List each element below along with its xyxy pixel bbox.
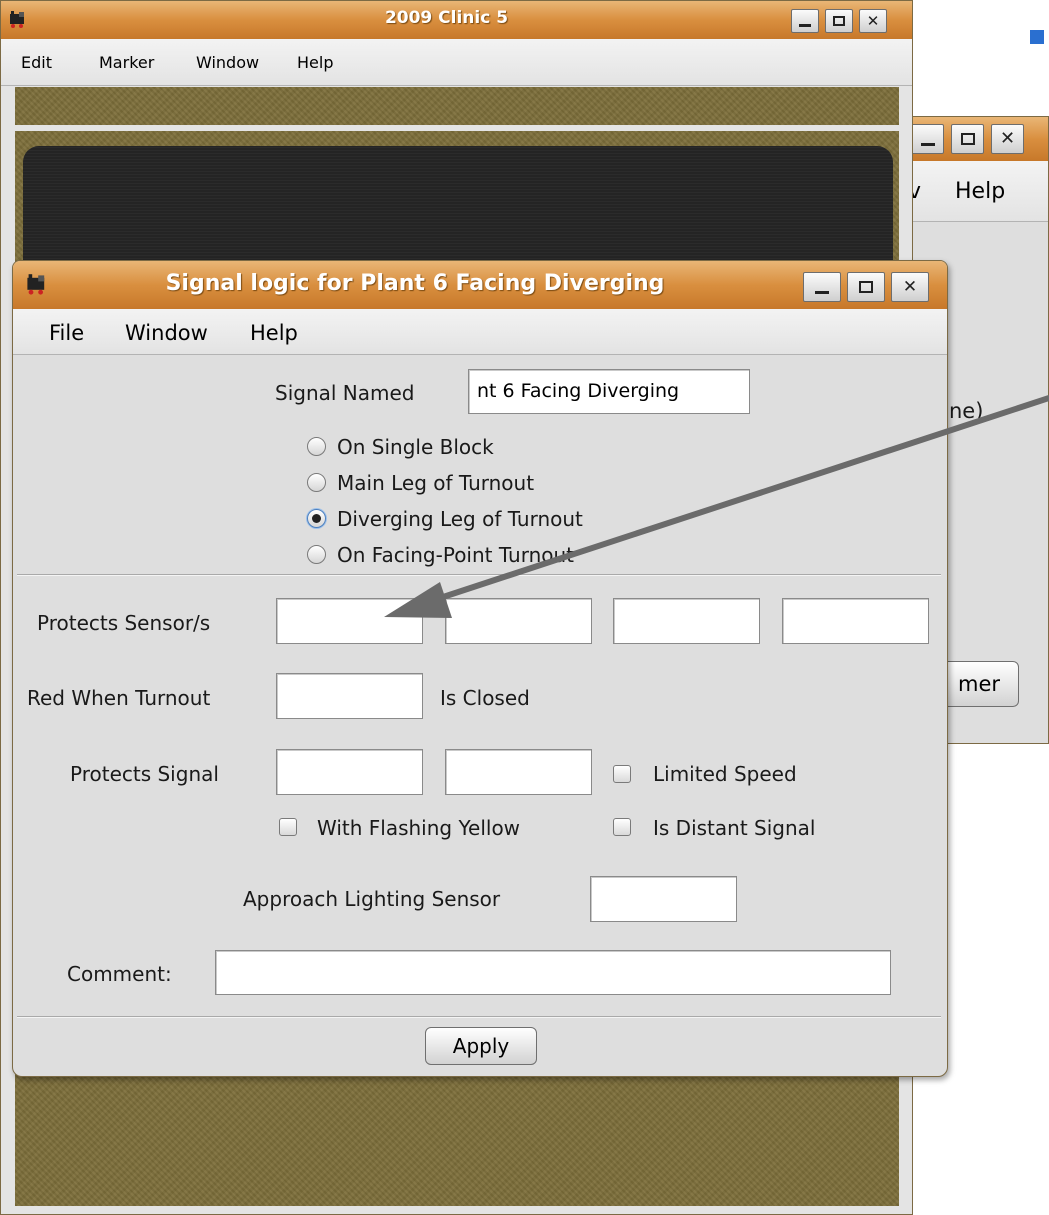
signal-named-label: Signal Named bbox=[275, 381, 415, 405]
protects-sensor-field-3[interactable] bbox=[613, 598, 760, 644]
approach-lighting-field[interactable] bbox=[590, 876, 737, 922]
radio-main-leg[interactable] bbox=[307, 473, 326, 492]
background-menu-help[interactable]: Help bbox=[955, 179, 1005, 204]
minimize-icon bbox=[799, 24, 811, 27]
flashing-yellow-checkbox[interactable] bbox=[279, 818, 297, 836]
clinic-title: 2009 Clinic 5 bbox=[384, 8, 509, 28]
background-close-button[interactable]: ✕ bbox=[991, 124, 1024, 154]
protects-sensor-field-1[interactable] bbox=[276, 598, 423, 644]
clinic-menu-marker[interactable]: Marker bbox=[99, 53, 154, 72]
limited-speed-label: Limited Speed bbox=[653, 762, 797, 786]
apply-button[interactable]: Apply bbox=[425, 1027, 537, 1065]
signal-menu-window[interactable]: Window bbox=[125, 321, 208, 345]
protects-signal-field-2[interactable] bbox=[445, 749, 592, 795]
clinic-menu-edit[interactable]: Edit bbox=[21, 53, 52, 72]
limited-speed-checkbox[interactable] bbox=[613, 765, 631, 783]
radio-diverging-leg-label: Diverging Leg of Turnout bbox=[337, 507, 583, 531]
minimize-icon bbox=[815, 290, 829, 294]
signal-named-field[interactable]: nt 6 Facing Diverging bbox=[468, 369, 750, 414]
background-label-partial: ne) bbox=[949, 399, 984, 423]
approach-lighting-label: Approach Lighting Sensor bbox=[243, 887, 501, 911]
background-minimize-button[interactable] bbox=[911, 124, 944, 154]
red-when-turnout-field[interactable] bbox=[276, 673, 423, 719]
radio-selected-dot bbox=[312, 514, 321, 523]
protects-sensor-field-4[interactable] bbox=[782, 598, 929, 644]
clinic-menu-window[interactable]: Window bbox=[196, 53, 259, 72]
clinic-menubar: Edit Marker Window Help bbox=[1, 39, 912, 86]
comment-label: Comment: bbox=[67, 962, 172, 986]
minimize-icon bbox=[920, 142, 935, 146]
flashing-yellow-label: With Flashing Yellow bbox=[317, 816, 521, 840]
close-icon: ✕ bbox=[866, 11, 880, 30]
signal-menu-file[interactable]: File bbox=[49, 321, 84, 345]
radio-diverging-leg[interactable] bbox=[307, 509, 326, 528]
radio-facing-point[interactable] bbox=[307, 545, 326, 564]
protects-signal-field-1[interactable] bbox=[276, 749, 423, 795]
radio-facing-point-label: On Facing-Point Turnout bbox=[337, 543, 575, 567]
signal-menu-help[interactable]: Help bbox=[250, 321, 298, 345]
clinic-titlebar: 2009 Clinic 5 ✕ bbox=[1, 1, 912, 40]
radio-single-block-label: On Single Block bbox=[337, 435, 494, 459]
accent-square bbox=[1030, 30, 1044, 44]
clinic-maximize-button[interactable] bbox=[825, 9, 853, 33]
maximize-icon bbox=[833, 16, 845, 26]
maximize-icon bbox=[960, 133, 975, 145]
protects-sensors-label: Protects Sensor/s bbox=[37, 611, 211, 635]
clinic-close-button[interactable]: ✕ bbox=[859, 9, 887, 33]
clinic-menu-help[interactable]: Help bbox=[297, 53, 333, 72]
clinic-minimize-button[interactable] bbox=[791, 9, 819, 33]
radio-single-block[interactable] bbox=[307, 437, 326, 456]
separator-bottom bbox=[17, 1016, 941, 1018]
background-maximize-button[interactable] bbox=[951, 124, 984, 154]
signal-maximize-button[interactable] bbox=[847, 272, 885, 302]
protects-sensor-field-2[interactable] bbox=[445, 598, 592, 644]
separator-top bbox=[17, 574, 941, 576]
radio-main-leg-label: Main Leg of Turnout bbox=[337, 471, 535, 495]
is-closed-label: Is Closed bbox=[440, 686, 530, 710]
protects-signal-label: Protects Signal bbox=[70, 762, 219, 786]
distant-signal-checkbox[interactable] bbox=[613, 818, 631, 836]
signal-logic-window: Signal logic for Plant 6 Facing Divergin… bbox=[12, 260, 948, 1077]
comment-field[interactable] bbox=[215, 950, 891, 995]
signal-titlebar: Signal logic for Plant 6 Facing Divergin… bbox=[13, 261, 947, 310]
distant-signal-label: Is Distant Signal bbox=[653, 816, 816, 840]
red-when-turnout-label: Red When Turnout bbox=[27, 686, 211, 710]
close-icon: ✕ bbox=[902, 276, 918, 297]
layout-strip-top bbox=[15, 87, 899, 125]
signal-minimize-button[interactable] bbox=[803, 272, 841, 302]
close-icon: ✕ bbox=[999, 128, 1016, 149]
signal-menubar: File Window Help bbox=[13, 309, 947, 355]
signal-close-button[interactable]: ✕ bbox=[891, 272, 929, 302]
maximize-icon bbox=[859, 281, 873, 293]
